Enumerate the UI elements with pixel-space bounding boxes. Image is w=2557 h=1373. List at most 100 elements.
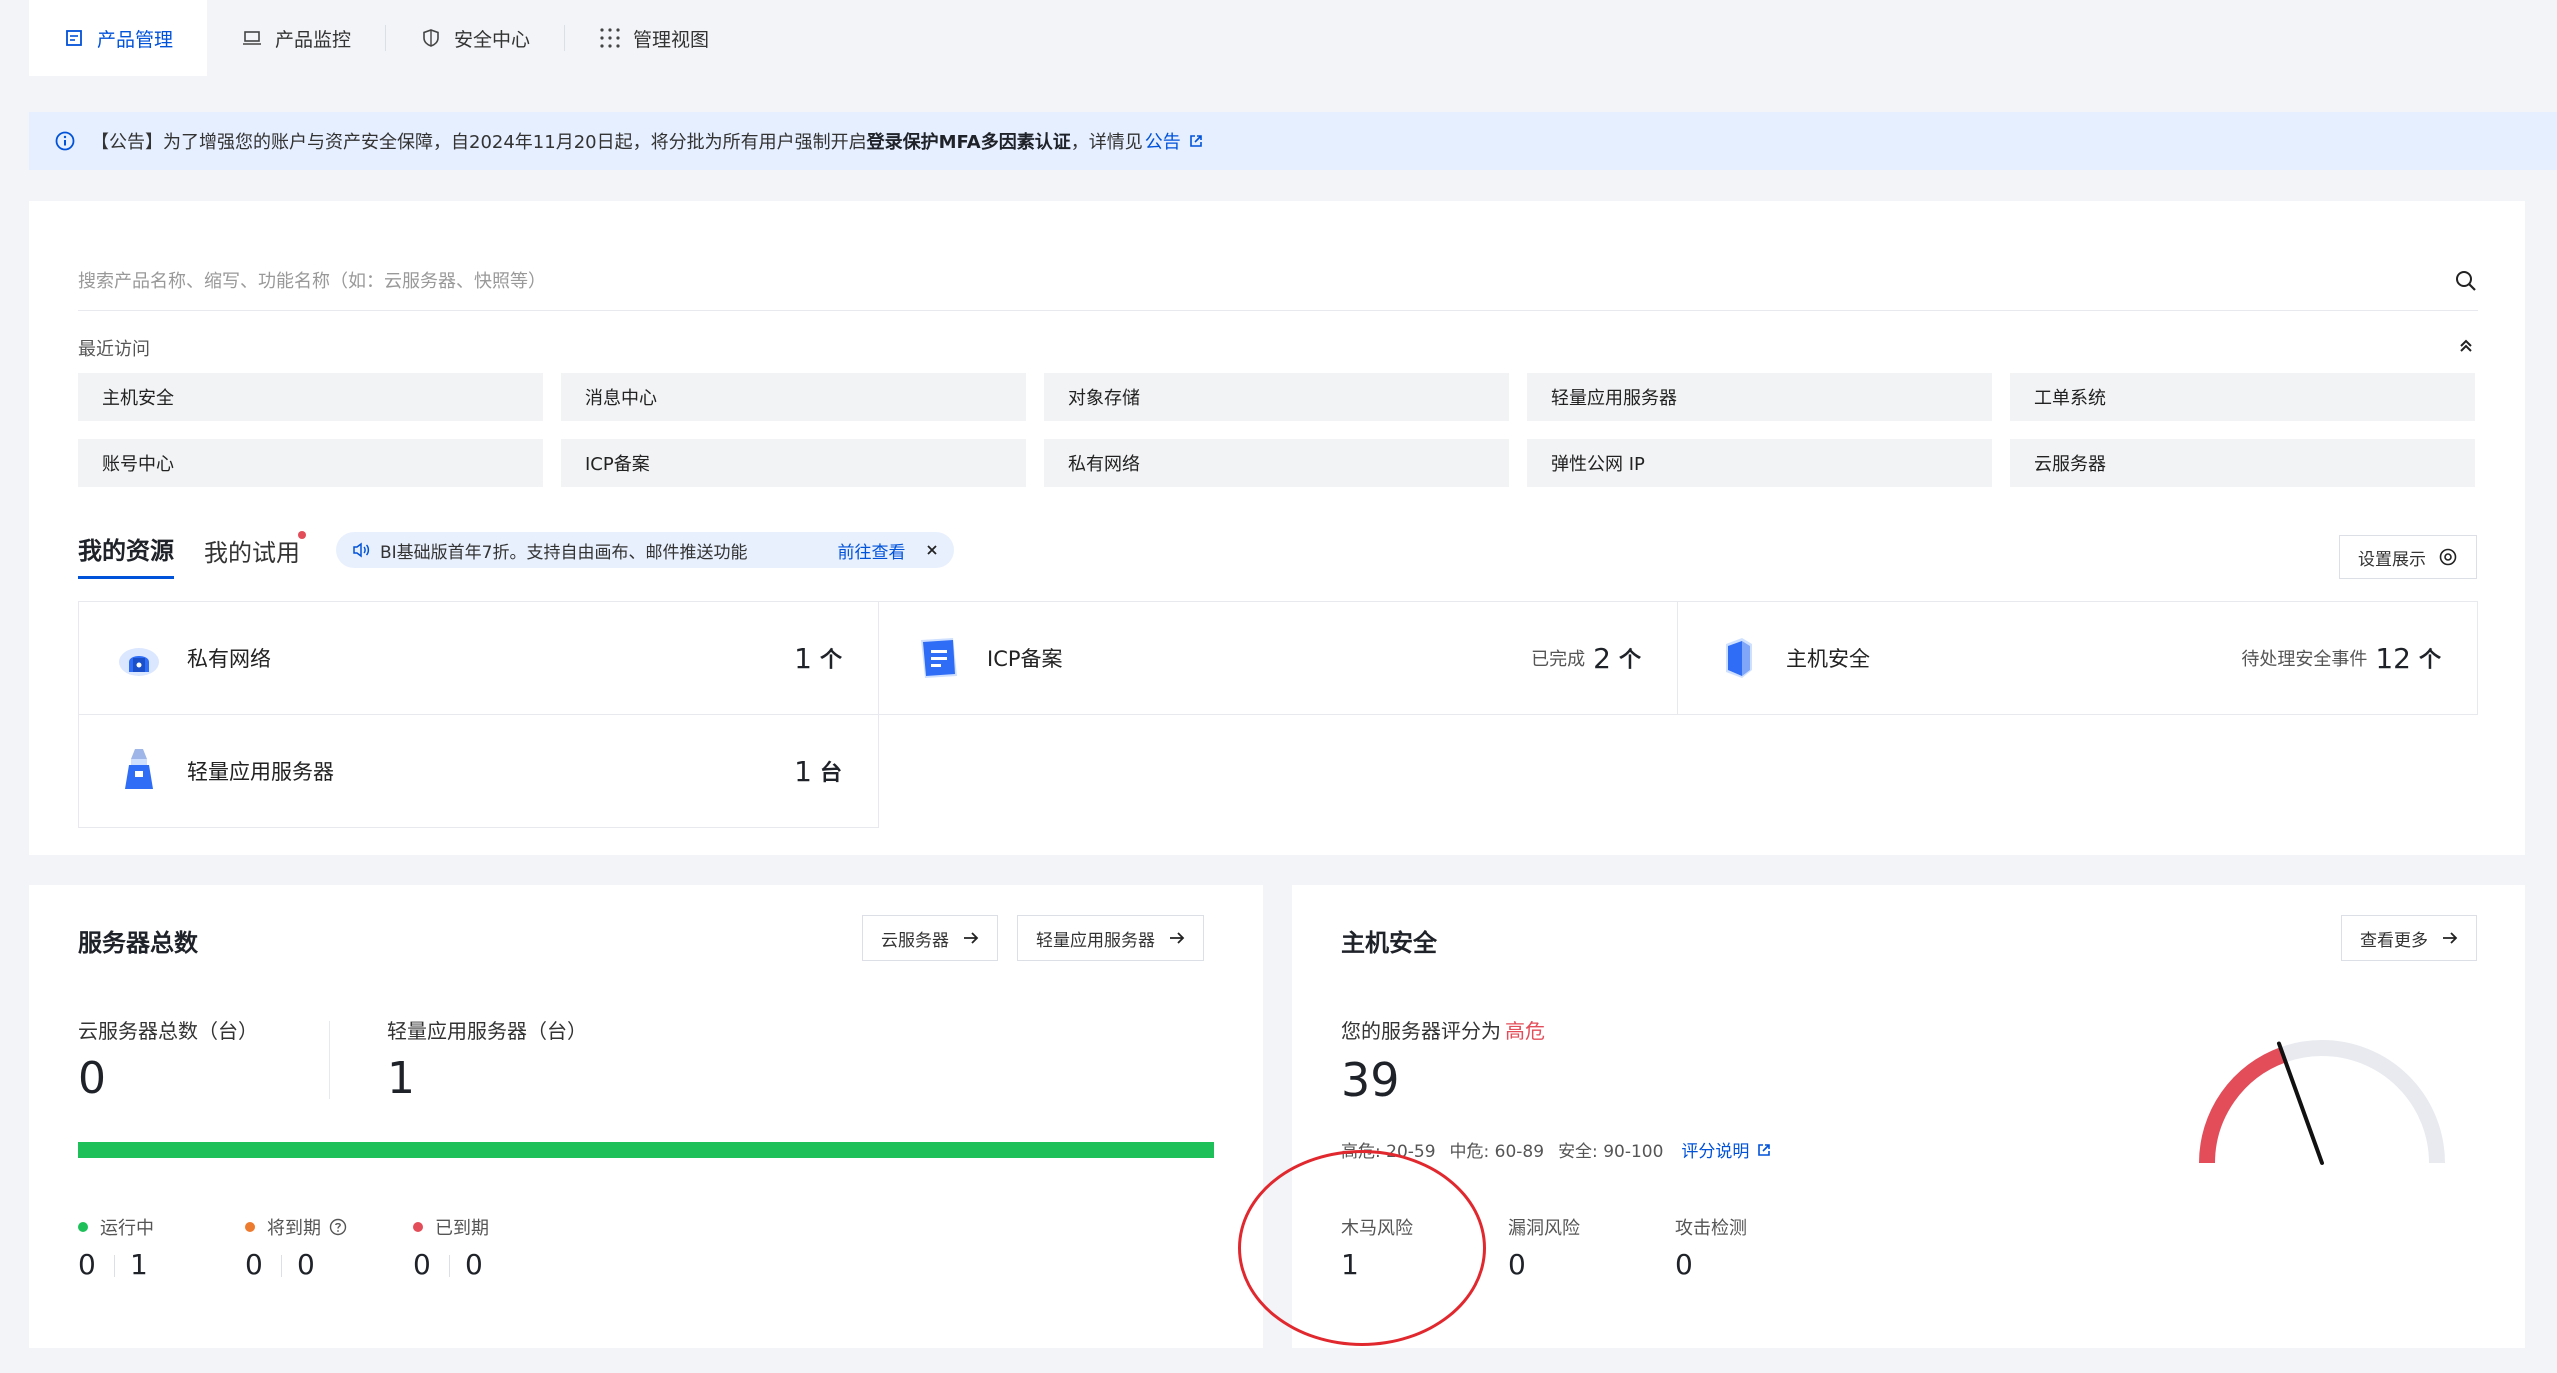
value-divider [281, 1255, 282, 1277]
score-label: 您的服务器评分为 高危 [1341, 1015, 1545, 1044]
resource-count: 1 [794, 754, 812, 788]
tab-product-management[interactable]: 产品管理 [29, 0, 208, 76]
recent-item[interactable]: 工单系统 [2010, 373, 2475, 421]
resource-count: 1 [794, 641, 812, 675]
running-lighthouse-count: 1 [130, 1248, 148, 1281]
tab-security-center[interactable]: 安全中心 [386, 0, 564, 76]
gauge-value-arc [2199, 1047, 2286, 1164]
tab-product-monitor[interactable]: 产品监控 [207, 0, 385, 76]
vpc-icon [113, 632, 165, 684]
legend-running: 运行中 [78, 1214, 154, 1240]
resource-item-lighthouse[interactable]: 轻量应用服务器 1 台 [78, 714, 879, 828]
recent-item[interactable]: 云服务器 [2010, 439, 2475, 487]
announcement-suffix: ，详情见 [1070, 132, 1143, 153]
arrow-right-icon [2442, 931, 2458, 945]
recent-visits-title: 最近访问 [78, 339, 150, 360]
recent-item[interactable]: 私有网络 [1044, 439, 1509, 487]
external-link-icon[interactable] [1757, 1143, 1771, 1157]
range-medium: 中危: 60-89 [1449, 1142, 1545, 1162]
recent-item[interactable]: 弹性公网 IP [1527, 439, 1992, 487]
product-overview-card: 最近访问 主机安全 消息中心 对象存储 轻量应用服务器 工单系统 账号中心 IC… [29, 201, 2525, 855]
card-title: 主机安全 [1341, 929, 1437, 957]
resource-status: 待处理安全事件 [2241, 649, 2368, 670]
trojan-risk-value: 1 [1341, 1248, 1359, 1281]
product-search [78, 261, 2478, 311]
cvm-link-button[interactable]: 云服务器 [862, 915, 998, 961]
risk-level: 高危 [1505, 1019, 1545, 1043]
legend-expired: 已到期 [413, 1214, 489, 1240]
recent-item[interactable]: ICP备案 [561, 439, 1026, 487]
recent-item[interactable]: 轻量应用服务器 [1527, 373, 1992, 421]
tab-list: 产品管理 产品监控 安全中心 管理视图 [29, 0, 743, 76]
host-security-icon [1712, 632, 1764, 684]
resource-name: ICP备案 [987, 647, 1063, 671]
range-high: 高危: 20-59 [1341, 1142, 1436, 1162]
search-input[interactable] [78, 261, 2378, 301]
grid-dots-icon [599, 27, 621, 49]
announcement-bold: 登录保护MFA多因素认证 [866, 132, 1071, 153]
recent-item[interactable]: 消息中心 [561, 373, 1026, 421]
resource-unit: 台 [819, 761, 842, 786]
view-more-button[interactable]: 查看更多 [2341, 915, 2477, 961]
tab-my-trials[interactable]: 我的试用 [204, 530, 306, 578]
card-title: 服务器总数 [78, 929, 198, 957]
host-security-card: 主机安全 查看更多 您的服务器评分为 高危 39 高危: 20-59 中危: 60… [1292, 885, 2525, 1348]
trojan-risk-label: 木马风险 [1341, 1218, 1413, 1239]
resource-item-icp[interactable]: ICP备案 已完成 2 个 [878, 601, 1678, 715]
score-explain-link[interactable]: 评分说明 [1681, 1137, 1749, 1162]
server-total-card: 服务器总数 云服务器 轻量应用服务器 云服务器总数（台） 0 轻量应用服务器（台… [29, 885, 1263, 1348]
promo-text: BI基础版首年7折。支持自由画布、邮件推送功能 [380, 542, 748, 563]
tab-label: 安全中心 [454, 28, 531, 51]
tab-label: 产品监控 [275, 28, 352, 51]
promo-link[interactable]: 前往查看 [838, 538, 906, 563]
icp-filing-icon [913, 632, 965, 684]
display-settings-button[interactable]: 设置展示 [2339, 535, 2477, 579]
lighthouse-icon [113, 745, 165, 797]
external-link-icon[interactable] [1189, 134, 1203, 148]
recent-item[interactable]: 对象存储 [1044, 373, 1509, 421]
recent-item[interactable]: 主机安全 [78, 373, 543, 421]
metric-divider [329, 1021, 330, 1099]
resource-tabs: 我的资源 我的试用 BI基础版首年7折。支持自由画布、邮件推送功能 前往查看 [78, 530, 954, 579]
attack-detection-value: 0 [1675, 1248, 1693, 1281]
button-label: 设置展示 [2358, 549, 2426, 570]
gauge-track [2199, 1040, 2445, 1164]
vulnerability-risk-value: 0 [1508, 1248, 1526, 1281]
resource-name: 轻量应用服务器 [187, 760, 334, 784]
lighthouse-link-button[interactable]: 轻量应用服务器 [1017, 915, 1204, 961]
arrow-right-icon [963, 931, 979, 945]
range-safe: 安全: 90-100 [1558, 1142, 1664, 1162]
close-icon[interactable] [926, 544, 938, 556]
tab-my-resources[interactable]: 我的资源 [78, 531, 174, 579]
status-dot [245, 1222, 255, 1232]
announcement-bar: 【公告】为了增强您的账户与资产安全保障，自2024年11月20日起，将分批为所有… [29, 112, 2557, 170]
expired-lighthouse-count: 0 [465, 1248, 483, 1281]
attack-detection-label: 攻击检测 [1675, 1218, 1747, 1239]
resource-count: 12 [2375, 641, 2411, 675]
resource-grid: 私有网络 1 个 ICP备案 已完成 2 个 主机安全 待处理安全事件 12 个 [78, 601, 2478, 833]
search-icon[interactable] [2454, 269, 2478, 297]
chevrons-up-icon[interactable] [2457, 337, 2475, 359]
recent-item[interactable]: 账号中心 [78, 439, 543, 487]
button-label: 轻量应用服务器 [1036, 930, 1155, 951]
resource-unit: 个 [819, 648, 842, 673]
value-divider [449, 1255, 450, 1277]
announcement-link[interactable]: 公告 [1145, 128, 1181, 154]
gauge-needle [2276, 1041, 2324, 1165]
security-score: 39 [1341, 1053, 1400, 1107]
resource-name: 私有网络 [187, 647, 271, 671]
help-icon[interactable] [329, 1218, 347, 1236]
expired-cvm-count: 0 [413, 1248, 431, 1281]
recent-visits-list: 主机安全 消息中心 对象存储 轻量应用服务器 工单系统 账号中心 ICP备案 私… [78, 373, 2478, 487]
cvm-total-label: 云服务器总数（台） [78, 1019, 258, 1043]
legend-label: 运行中 [100, 1218, 154, 1239]
speaker-icon [352, 542, 370, 558]
status-dot [413, 1222, 423, 1232]
product-tab-bar: 产品管理 产品监控 安全中心 管理视图 [0, 0, 2557, 76]
tab-management-view[interactable]: 管理视图 [565, 0, 743, 76]
security-score-gauge [2199, 1040, 2445, 1165]
resource-unit: 个 [1618, 648, 1641, 673]
resource-item-host-security[interactable]: 主机安全 待处理安全事件 12 个 [1677, 601, 2478, 715]
resource-item-vpc[interactable]: 私有网络 1 个 [78, 601, 879, 715]
button-label: 云服务器 [881, 930, 949, 951]
